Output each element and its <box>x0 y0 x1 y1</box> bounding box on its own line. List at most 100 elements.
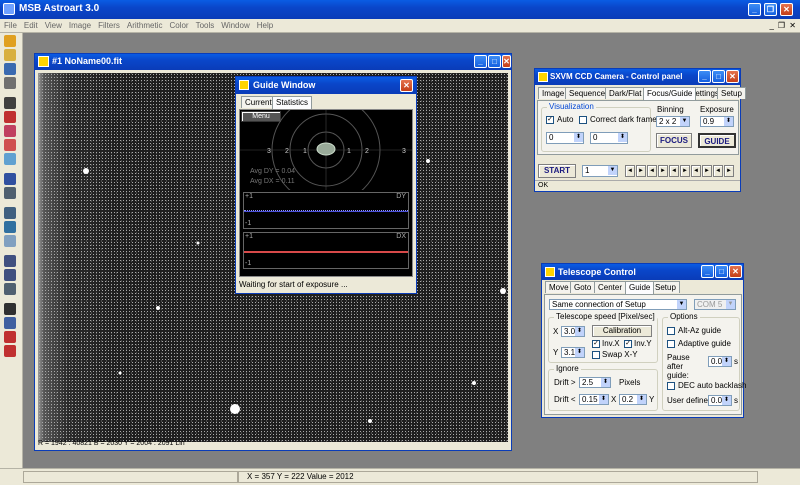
prev-arrow-button[interactable]: ◄ <box>625 165 635 177</box>
next-arrow-button[interactable]: ► <box>680 165 690 177</box>
invx-checkbox[interactable]: ✓ <box>592 340 600 348</box>
color-icon[interactable] <box>4 153 16 165</box>
drift-lt-y-input[interactable]: 0.2 ⬍ <box>619 394 647 405</box>
next-arrow-button[interactable]: ► <box>636 165 646 177</box>
y-speed-input[interactable]: 3.1 ⬍ <box>561 347 585 358</box>
camera-tab-focusguide[interactable]: Focus/Guide <box>643 87 697 100</box>
rotate-icon[interactable] <box>4 111 16 123</box>
dec-backlash-checkbox[interactable] <box>667 382 675 390</box>
telescope-tab-move[interactable]: Move <box>545 281 573 293</box>
disk-icon[interactable] <box>4 173 16 185</box>
menu-filters[interactable]: Filters <box>98 19 120 32</box>
next-arrow-button[interactable]: ► <box>724 165 734 177</box>
port-select[interactable]: COM 5 ▼ <box>694 299 736 310</box>
prev-arrow-button[interactable]: ◄ <box>669 165 679 177</box>
menu-image[interactable]: Image <box>69 19 91 32</box>
camera-tab-sequence[interactable]: Sequence <box>565 87 610 99</box>
prev-arrow-button[interactable]: ◄ <box>647 165 657 177</box>
prev-arrow-button[interactable]: ◄ <box>713 165 723 177</box>
adaptive-checkbox[interactable] <box>667 340 675 348</box>
vis-min-spinner[interactable]: 0 ⬍ <box>546 132 584 144</box>
print-icon[interactable] <box>4 77 16 89</box>
open-folder-icon[interactable] <box>4 49 16 61</box>
camera-minimize-button[interactable]: _ <box>698 70 711 83</box>
telescope-close-button[interactable]: ✕ <box>729 265 742 278</box>
menu-color[interactable]: Color <box>169 19 188 32</box>
menu-edit[interactable]: Edit <box>24 19 38 32</box>
altaz-checkbox[interactable] <box>667 327 675 335</box>
camera-maximize-button[interactable]: □ <box>712 70 725 83</box>
telescope-tab-goto[interactable]: Goto <box>570 281 596 293</box>
camera-icon[interactable] <box>4 97 16 109</box>
auto-checkbox[interactable]: ✓ <box>546 116 554 124</box>
user-defined-input[interactable]: 0.0 ⬍ <box>708 395 732 406</box>
align-icon[interactable] <box>4 345 16 357</box>
close-button[interactable]: ✕ <box>780 3 793 16</box>
menu-tools[interactable]: Tools <box>196 19 215 32</box>
guide-tab-statistics[interactable]: Statistics <box>272 96 313 109</box>
zoom-in-icon[interactable] <box>4 187 16 199</box>
crosshair-icon[interactable] <box>4 331 16 343</box>
zoom-out-icon[interactable] <box>4 269 16 281</box>
menu-window[interactable]: Window <box>221 19 249 32</box>
image-maximize-button[interactable]: □ <box>488 55 501 68</box>
menu-arithmetic[interactable]: Arithmetic <box>127 19 163 32</box>
image-close-button[interactable]: ✕ <box>502 55 511 68</box>
camera-tab-image[interactable]: Image <box>538 87 569 99</box>
correct-dark-checkbox[interactable] <box>579 116 587 124</box>
drift-lt-x-input[interactable]: 0.15 ⬍ <box>579 394 609 405</box>
camera-tab-setup[interactable]: Setup <box>717 87 746 99</box>
image-minimize-button[interactable]: _ <box>474 55 487 68</box>
guide-close-button[interactable]: ✕ <box>400 79 413 92</box>
fit-icon[interactable] <box>4 283 16 295</box>
doc-minimize-button[interactable]: _ <box>770 21 774 30</box>
telescope-minimize-button[interactable]: _ <box>701 265 714 278</box>
palette-icon[interactable] <box>4 125 16 137</box>
telescope-tab-setup[interactable]: Setup <box>651 281 680 293</box>
telescope-maximize-button[interactable]: □ <box>715 265 728 278</box>
zoom-in-icon[interactable] <box>4 255 16 267</box>
guide-tab-current[interactable]: Current <box>241 96 276 108</box>
pause-input[interactable]: 0.0 ⬍ <box>708 356 732 367</box>
swap-checkbox[interactable] <box>592 351 600 359</box>
filter-icon[interactable] <box>4 139 16 151</box>
histogram-icon[interactable] <box>4 207 16 219</box>
count-select[interactable]: 1 ▼ <box>582 165 618 177</box>
connection-select[interactable]: Same connection of Setup ▼ <box>549 299 687 310</box>
save-icon[interactable] <box>4 63 16 75</box>
focus-button[interactable]: FOCUS <box>656 133 692 148</box>
camera-status-bar: OK <box>535 180 740 191</box>
calibration-button[interactable]: Calibration <box>592 325 652 337</box>
drift-gt-input[interactable]: 2.5 ⬍ <box>579 377 611 388</box>
restore-button[interactable]: ❐ <box>764 3 777 16</box>
curve-icon[interactable] <box>4 221 16 233</box>
flip-icon[interactable] <box>4 235 16 247</box>
sum-icon[interactable] <box>4 303 16 315</box>
start-button[interactable]: START <box>538 164 576 178</box>
menu-file[interactable]: File <box>4 19 17 32</box>
invy-checkbox[interactable]: ✓ <box>624 340 632 348</box>
telescope-tab-guide[interactable]: Guide <box>625 281 655 294</box>
avg-dy: Avg DY = 0.04 <box>250 168 296 175</box>
exposure-input[interactable]: 0.9 ⬍ <box>700 116 734 127</box>
dx-plot: +1 -1 DX <box>243 232 409 269</box>
vis-max-spinner[interactable]: 0 ⬍ <box>590 132 628 144</box>
doc-restore-button[interactable]: ❐ <box>778 21 785 30</box>
minimize-button[interactable]: _ <box>748 3 761 16</box>
binning-select[interactable]: 2 x 2 ▼ <box>656 116 690 127</box>
menu-help[interactable]: Help <box>257 19 273 32</box>
x-speed-input[interactable]: 3.0 ⬍ <box>561 326 585 337</box>
telescope-tab-center[interactable]: Center <box>594 281 627 293</box>
next-arrow-button[interactable]: ► <box>658 165 668 177</box>
connection-value: Same connection of Setup <box>552 300 646 309</box>
prev-arrow-button[interactable]: ◄ <box>691 165 701 177</box>
drift-lt-label: Drift < <box>554 395 576 404</box>
stack-icon[interactable] <box>4 317 16 329</box>
camera-close-button[interactable]: ✕ <box>726 70 739 83</box>
open-icon[interactable] <box>4 35 16 47</box>
menu-view[interactable]: View <box>45 19 62 32</box>
doc-close-button[interactable]: ✕ <box>789 21 796 30</box>
next-arrow-button[interactable]: ► <box>702 165 712 177</box>
guide-button[interactable]: GUIDE <box>698 133 736 148</box>
camera-tab-darkflat[interactable]: Dark/Flat <box>605 87 646 99</box>
